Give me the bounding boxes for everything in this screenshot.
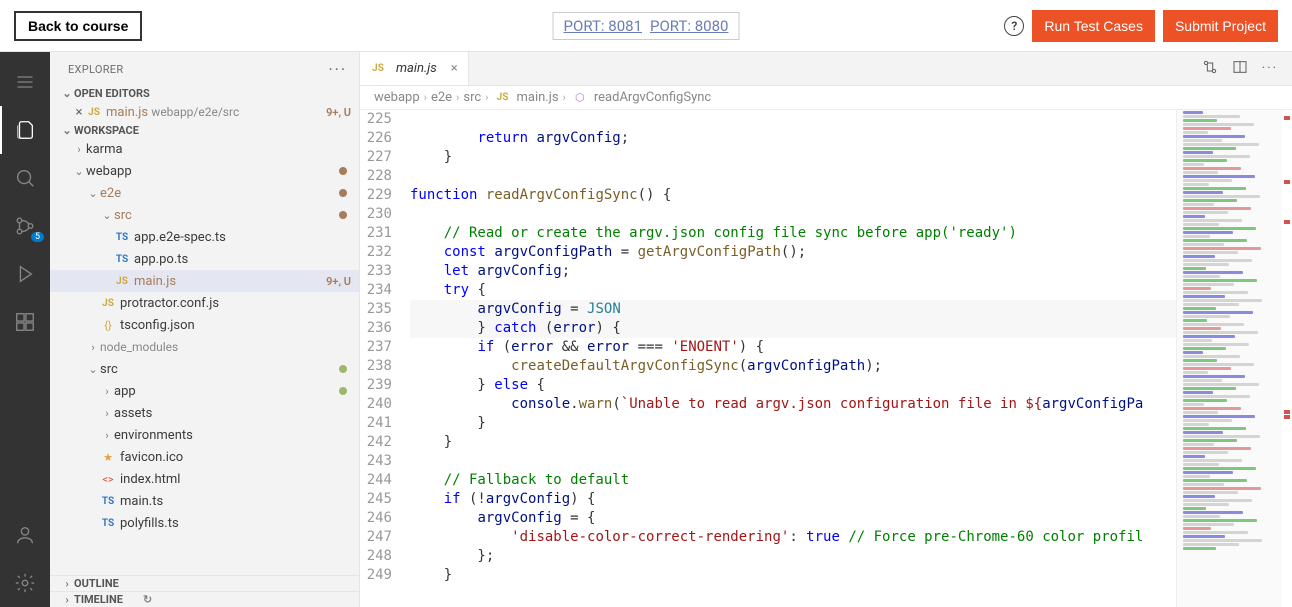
- tab-main-js[interactable]: JS main.js ×: [360, 52, 469, 85]
- folder-src[interactable]: ⌄src: [50, 358, 359, 380]
- settings-gear-icon[interactable]: [0, 559, 50, 607]
- scroll-track[interactable]: [1282, 110, 1292, 607]
- line-gutter: 2252262272282292302312322332342352362372…: [360, 110, 410, 607]
- folder-karma[interactable]: ›karma: [50, 138, 359, 160]
- close-tab-icon[interactable]: ×: [451, 61, 458, 76]
- folder-node-modules[interactable]: ›node_modules: [50, 336, 359, 358]
- modified-dot-icon: [339, 211, 347, 219]
- help-icon[interactable]: ?: [1004, 16, 1024, 36]
- run-debug-icon[interactable]: [0, 250, 50, 298]
- split-editor-icon[interactable]: [1232, 59, 1248, 79]
- file-favicon[interactable]: ★favicon.ico: [50, 446, 359, 468]
- file-polyfills[interactable]: TSpolyfills.ts: [50, 512, 359, 534]
- menu-icon[interactable]: [0, 58, 50, 106]
- source-control-icon[interactable]: 5: [0, 202, 50, 250]
- code-content[interactable]: return argvConfig; }function readArgvCon…: [410, 110, 1176, 607]
- modified-dot-icon: [339, 189, 347, 197]
- workspace-header[interactable]: ⌄WORKSPACE: [50, 123, 359, 138]
- open-editor-item[interactable]: × JS main.js webapp/e2e/src 9+, U: [50, 101, 359, 123]
- folder-e2e[interactable]: ⌄e2e: [50, 182, 359, 204]
- top-bar: Back to course PORT: 8081 PORT: 8080 ? R…: [0, 0, 1292, 52]
- minimap[interactable]: [1176, 110, 1282, 607]
- scm-badge: 5: [31, 232, 44, 242]
- ide-root: 5 EXPLORER ··· ⌄OPEN EDITORS × JS: [0, 52, 1292, 607]
- back-to-course-button[interactable]: Back to course: [14, 11, 142, 41]
- error-marker-icon: [1284, 415, 1290, 419]
- file-app-po[interactable]: TSapp.po.ts: [50, 248, 359, 270]
- file-app-e2e-spec[interactable]: TSapp.e2e-spec.ts: [50, 226, 359, 248]
- status-dot-icon: [339, 365, 347, 373]
- activity-bar: 5: [0, 52, 50, 607]
- submit-project-button[interactable]: Submit Project: [1163, 10, 1278, 42]
- folder-environments[interactable]: ›environments: [50, 424, 359, 446]
- close-icon[interactable]: ×: [72, 105, 86, 120]
- error-marker-icon: [1284, 410, 1290, 414]
- compare-changes-icon[interactable]: [1202, 59, 1218, 79]
- explorer-more-icon[interactable]: ···: [328, 60, 347, 79]
- file-main-ts[interactable]: TSmain.ts: [50, 490, 359, 512]
- timeline-header[interactable]: ›TIMELINE ↻: [50, 591, 359, 607]
- file-main-js[interactable]: JSmain.js9+, U: [50, 270, 359, 292]
- run-test-cases-button[interactable]: Run Test Cases: [1032, 10, 1155, 42]
- editor-body[interactable]: 2252262272282292302312322332342352362372…: [360, 110, 1292, 607]
- port-8080-link[interactable]: PORT: 8080: [650, 17, 728, 35]
- symbol-function-icon: ⬡: [572, 91, 588, 104]
- port-links: PORT: 8081 PORT: 8080: [553, 12, 740, 40]
- port-8081-link[interactable]: PORT: 8081: [564, 17, 642, 35]
- explorer-title: EXPLORER ···: [50, 52, 359, 86]
- error-marker-icon: [1284, 116, 1290, 120]
- editor-more-icon[interactable]: ···: [1262, 61, 1278, 76]
- extensions-icon[interactable]: [0, 298, 50, 346]
- explorer-sidebar: EXPLORER ··· ⌄OPEN EDITORS × JS main.js …: [50, 52, 360, 607]
- editor-area: JS main.js × ··· webapp› e2e› src› JSmai…: [360, 52, 1292, 607]
- breadcrumb[interactable]: webapp› e2e› src› JSmain.js› ⬡readArgvCo…: [360, 86, 1292, 110]
- folder-src-e2e[interactable]: ⌄src: [50, 204, 359, 226]
- modified-dot-icon: [339, 167, 347, 175]
- file-protractor-conf[interactable]: JSprotractor.conf.js: [50, 292, 359, 314]
- folder-assets[interactable]: ›assets: [50, 402, 359, 424]
- search-icon[interactable]: [0, 154, 50, 202]
- error-marker-icon: [1284, 180, 1290, 184]
- editor-tabs: JS main.js × ···: [360, 52, 1292, 86]
- folder-app[interactable]: ›app: [50, 380, 359, 402]
- account-icon[interactable]: [0, 511, 50, 559]
- file-index-html[interactable]: <>index.html: [50, 468, 359, 490]
- error-marker-icon: [1284, 220, 1290, 224]
- refresh-icon[interactable]: ↻: [143, 593, 152, 606]
- file-tsconfig[interactable]: {}tsconfig.json: [50, 314, 359, 336]
- status-dot-icon: [339, 387, 347, 395]
- explorer-icon[interactable]: [0, 106, 50, 154]
- folder-webapp[interactable]: ⌄webapp: [50, 160, 359, 182]
- outline-header[interactable]: ›OUTLINE: [50, 575, 359, 591]
- open-editors-header[interactable]: ⌄OPEN EDITORS: [50, 86, 359, 101]
